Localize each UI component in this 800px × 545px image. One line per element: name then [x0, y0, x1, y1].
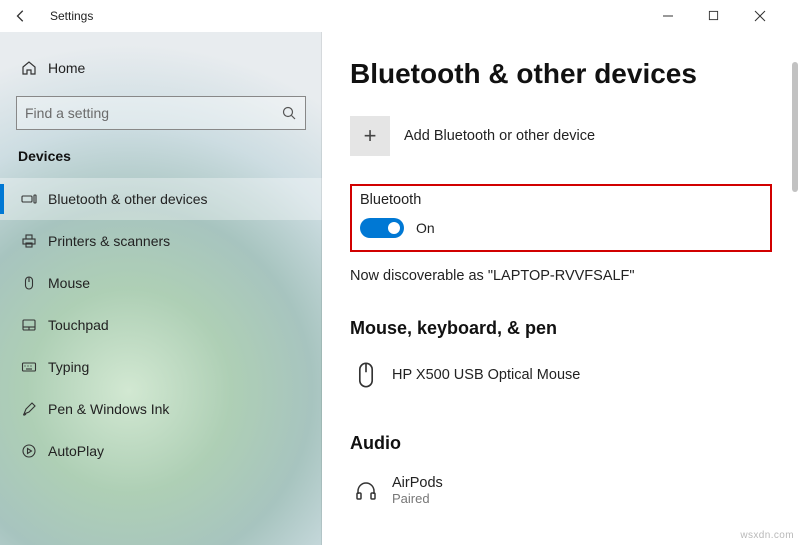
search-icon [281, 105, 297, 121]
nav-label: Pen & Windows Ink [48, 401, 169, 417]
search-input[interactable] [25, 105, 281, 121]
nav-item-touchpad[interactable]: Touchpad [0, 304, 322, 346]
device-row-mouse[interactable]: HP X500 USB Optical Mouse [350, 351, 772, 399]
nav-item-bluetooth[interactable]: Bluetooth & other devices [0, 178, 322, 220]
discoverable-text: Now discoverable as "LAPTOP-RVVFSALF" [350, 268, 772, 284]
window-title: Settings [50, 9, 93, 23]
main-pane: Bluetooth & other devices + Add Bluetoot… [322, 32, 800, 545]
keyboard-icon [18, 359, 40, 375]
mouse-icon [18, 275, 40, 291]
plus-icon: + [350, 116, 390, 156]
back-button[interactable] [0, 9, 32, 23]
nav-label: AutoPlay [48, 443, 104, 459]
mouse-device-icon [350, 361, 382, 389]
bluetooth-state: On [416, 220, 435, 236]
nav-item-autoplay[interactable]: AutoPlay [0, 430, 322, 472]
nav-label: Touchpad [48, 317, 109, 333]
bluetooth-icon [18, 191, 40, 207]
autoplay-icon [18, 443, 40, 459]
close-button[interactable] [754, 10, 800, 22]
bluetooth-group: Bluetooth On [350, 184, 772, 252]
nav-item-pen[interactable]: Pen & Windows Ink [0, 388, 322, 430]
nav-item-typing[interactable]: Typing [0, 346, 322, 388]
home-label: Home [48, 60, 85, 76]
nav-item-mouse[interactable]: Mouse [0, 262, 322, 304]
device-row-airpods[interactable]: AirPods Paired [350, 466, 772, 514]
headphones-icon [350, 478, 382, 502]
nav-list: Bluetooth & other devices Printers & sca… [0, 178, 322, 472]
pen-icon [18, 401, 40, 417]
watermark: wsxdn.com [740, 530, 794, 541]
search-box[interactable] [16, 96, 306, 130]
printer-icon [18, 233, 40, 249]
add-device-button[interactable]: + Add Bluetooth or other device [350, 114, 772, 158]
sidebar: Home Devices Bluetooth & other devices [0, 32, 322, 545]
audio-section-title: Audio [350, 433, 772, 454]
device-status: Paired [392, 491, 443, 506]
nav-label: Typing [48, 359, 89, 375]
mouse-section-title: Mouse, keyboard, & pen [350, 318, 772, 339]
device-name: HP X500 USB Optical Mouse [392, 367, 580, 383]
home-icon [18, 60, 40, 76]
page-title: Bluetooth & other devices [350, 58, 772, 90]
nav-label: Printers & scanners [48, 233, 170, 249]
device-name: AirPods [392, 475, 443, 491]
add-device-label: Add Bluetooth or other device [404, 128, 595, 144]
bluetooth-heading: Bluetooth [360, 192, 762, 208]
touchpad-icon [18, 317, 40, 333]
nav-label: Mouse [48, 275, 90, 291]
minimize-button[interactable] [662, 10, 708, 22]
bluetooth-toggle[interactable] [360, 218, 404, 238]
scrollbar-thumb[interactable] [792, 62, 798, 192]
home-nav[interactable]: Home [0, 50, 322, 86]
category-header: Devices [18, 148, 322, 164]
nav-item-printers[interactable]: Printers & scanners [0, 220, 322, 262]
maximize-button[interactable] [708, 10, 754, 22]
nav-label: Bluetooth & other devices [48, 191, 208, 207]
toggle-knob [388, 222, 400, 234]
